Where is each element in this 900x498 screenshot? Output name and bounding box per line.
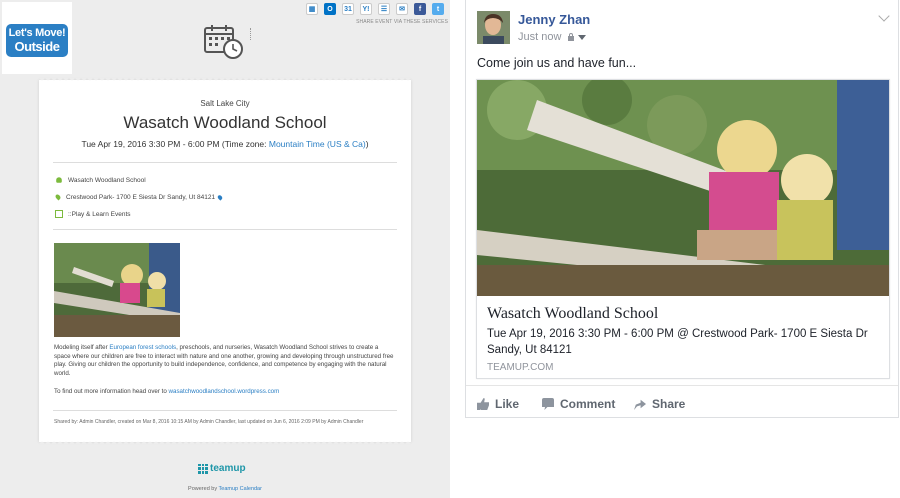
teamup-link[interactable]: Teamup Calendar	[219, 486, 262, 492]
privacy-dropdown-icon[interactable]	[578, 34, 587, 40]
yahoo-icon[interactable]: Y!	[360, 3, 372, 15]
link-preview-image[interactable]	[477, 80, 889, 296]
event-photo	[54, 243, 180, 337]
share-toolbar: ▦ O 31 Y! ☰ ✉ f t	[306, 3, 444, 15]
map-pin-icon[interactable]	[216, 193, 224, 201]
link-domain: TEAMUP.COM	[487, 362, 554, 373]
divider	[53, 229, 397, 230]
add-to-calendar-icon[interactable]	[203, 23, 245, 61]
like-icon	[477, 398, 489, 410]
event-calendar: ::Play & Learn Events	[55, 210, 131, 218]
ical-icon[interactable]: ▦	[306, 3, 318, 15]
event-where: Crestwood Park- 1700 E Siesta Dr Sandy, …	[54, 193, 224, 201]
event-time: Tue Apr 19, 2016 3:30 PM - 6:00 PM (Time…	[81, 139, 369, 149]
divider	[250, 28, 251, 40]
like-button[interactable]: Like	[477, 397, 519, 411]
powered-by: Powered by Teamup Calendar	[188, 486, 262, 492]
time-zone-link[interactable]: Mountain Time (US & Ca)	[269, 139, 366, 149]
comment-button[interactable]: Comment	[542, 397, 615, 411]
divider	[53, 162, 397, 163]
teamup-logo[interactable]: teamup	[198, 463, 246, 474]
calendar-icon	[55, 210, 63, 218]
divider	[53, 410, 397, 411]
location-icon	[54, 193, 62, 201]
lock-icon	[568, 32, 575, 41]
chevron-down-icon[interactable]	[878, 10, 890, 22]
link-title: Wasatch Woodland School	[487, 305, 659, 322]
avatar[interactable]	[477, 11, 510, 44]
forest-schools-link[interactable]: European forest schools	[109, 344, 176, 351]
event-description: Modeling itself after European forest sc…	[54, 344, 394, 377]
outlook-icon[interactable]: O	[324, 3, 336, 15]
post-actions: Like Comment Share	[466, 385, 898, 417]
teamup-event-page: Let's Move! Outside ▦ O 31 Y! ☰ ✉ f t SH…	[0, 0, 450, 498]
teamup-grid-icon	[198, 463, 208, 474]
share-icon	[634, 399, 646, 410]
post-message: Come join us and have fun...	[477, 56, 637, 70]
share-label: SHARE EVENT VIA THESE SERVICES	[356, 19, 448, 25]
facebook-post: Jenny Zhan Just now Come join us and hav…	[465, 0, 899, 418]
link-description: Tue Apr 19, 2016 3:30 PM - 6:00 PM @ Cre…	[487, 328, 868, 356]
event-city: Salt Lake City	[200, 99, 250, 108]
website-link[interactable]: wasatchwoodlandschool.wordpress.com	[169, 388, 280, 395]
shared-by: Shared by: Admin Chandler, created on Ma…	[54, 419, 364, 425]
calendar-logo: Let's Move! Outside	[2, 2, 72, 74]
event-card: Salt Lake City Wasatch Woodland School T…	[39, 78, 411, 442]
event-who: Wasatch Woodland School	[55, 176, 146, 184]
post-timestamp: Just now	[518, 31, 587, 43]
facebook-icon[interactable]: f	[414, 3, 426, 15]
user-name-link[interactable]: Jenny Zhan	[518, 12, 590, 27]
email-icon[interactable]: ✉	[396, 3, 408, 15]
list-icon[interactable]: ☰	[378, 3, 390, 15]
twitter-icon[interactable]: t	[432, 3, 444, 15]
person-icon	[56, 177, 62, 183]
event-title: Wasatch Woodland School	[123, 113, 327, 132]
share-button[interactable]: Share	[634, 397, 685, 411]
logo-line2: Outside	[14, 39, 60, 54]
comment-icon	[542, 398, 554, 410]
google-calendar-icon[interactable]: 31	[342, 3, 354, 15]
more-info: To find out more information head over t…	[54, 388, 280, 395]
link-preview-card[interactable]: Wasatch Woodland School Tue Apr 19, 2016…	[476, 79, 890, 379]
